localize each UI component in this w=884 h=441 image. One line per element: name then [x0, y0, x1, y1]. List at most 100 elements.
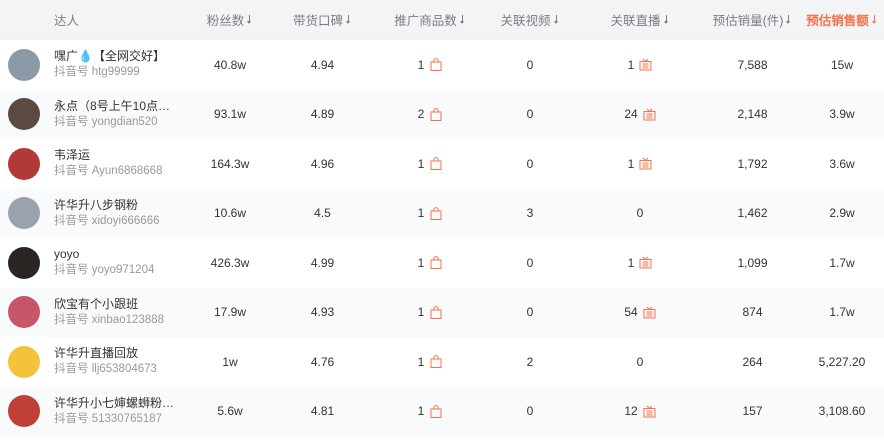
user-cell[interactable]: 永点（8号上午10点儿… 抖音号 yongdian520: [0, 90, 190, 140]
lives-count: 1: [627, 57, 635, 72]
user-nickname[interactable]: 许华升八步钢粉: [54, 198, 159, 213]
estimated-sales: 264: [742, 354, 763, 369]
header-fans-sort[interactable]: 粉丝数: [190, 0, 270, 39]
lives-cell[interactable]: 12: [575, 387, 705, 437]
products-count: 1: [417, 156, 425, 171]
products-cell[interactable]: 1: [375, 238, 485, 288]
avatar[interactable]: [8, 98, 40, 131]
shopping-bag-icon[interactable]: [430, 107, 442, 121]
douyin-id-value: llj653804673: [91, 363, 157, 376]
table-row[interactable]: yoyo 抖音号 yoyo971204 426.3w 4.99 1 0 1 1,…: [0, 238, 884, 288]
user-cell[interactable]: 欣宝有个小跟班 抖音号 xinbao123888: [0, 288, 190, 338]
avatar[interactable]: [8, 246, 40, 279]
avatar[interactable]: [8, 296, 40, 329]
live-stream-icon[interactable]: [643, 306, 656, 319]
avatar[interactable]: [8, 48, 40, 81]
sort-down-icon: [346, 15, 352, 24]
user-cell[interactable]: 许华升小七婶螺蛳粉小麦 抖音号 51330765187: [0, 387, 190, 437]
fans-count: 1w: [222, 354, 238, 369]
douyin-id-value: xinbao123888: [91, 313, 164, 326]
table-row[interactable]: 许华升小七婶螺蛳粉小麦 抖音号 51330765187 5.6w 4.81 1 …: [0, 386, 884, 437]
products-cell[interactable]: 1: [375, 189, 485, 239]
table-body: 嘿广💧【全网交好】 抖音号 htg99999 40.8w 4.94 1 0 1 …: [0, 40, 884, 436]
header-videos-label: 关联视频: [500, 14, 551, 28]
shopping-bag-icon[interactable]: [430, 404, 442, 418]
avatar[interactable]: [8, 395, 40, 428]
avatar[interactable]: [8, 345, 40, 378]
user-nickname[interactable]: 欣宝有个小跟班: [54, 297, 164, 312]
shopping-bag-icon[interactable]: [430, 256, 442, 270]
user-cell[interactable]: yoyo 抖音号 yoyo971204: [0, 238, 190, 288]
douyin-id-prefix: 抖音号: [54, 214, 89, 227]
user-nickname[interactable]: 许华升小七婶螺蛳粉小麦: [54, 396, 179, 411]
lives-cell[interactable]: 1: [575, 40, 705, 90]
header-lives-sort[interactable]: 关联直播: [575, 0, 705, 39]
estimated-amount: 3,108.60: [818, 404, 866, 419]
products-cell[interactable]: 1: [375, 139, 485, 189]
user-nickname[interactable]: 韦泽运: [54, 148, 162, 163]
avatar[interactable]: [8, 147, 40, 180]
table-row[interactable]: 许华升直播回放 抖音号 llj653804673 1w 4.76 1 2 0 2…: [0, 337, 884, 387]
avatar[interactable]: [8, 197, 40, 230]
douyin-id-value: xidoyi666666: [91, 214, 160, 227]
videos-count: 0: [526, 305, 534, 320]
live-stream-icon[interactable]: [639, 256, 652, 269]
lives-cell[interactable]: 0: [575, 189, 705, 239]
user-cell[interactable]: 许华升八步钢粉 抖音号 xidoyi666666: [0, 189, 190, 239]
table-row[interactable]: 韦泽运 抖音号 Ayun6868668 164.3w 4.96 1 0 1 1,…: [0, 139, 884, 189]
shopping-bag-icon[interactable]: [430, 305, 442, 319]
lives-cell[interactable]: 0: [575, 337, 705, 387]
header-user-label: 达人: [54, 14, 80, 28]
live-stream-icon[interactable]: [643, 405, 656, 418]
shopping-bag-icon[interactable]: [430, 157, 442, 171]
shopping-bag-icon[interactable]: [430, 58, 442, 72]
live-stream-icon[interactable]: [639, 58, 652, 71]
user-cell[interactable]: 嘿广💧【全网交好】 抖音号 htg99999: [0, 40, 190, 90]
products-cell[interactable]: 1: [375, 40, 485, 90]
lives-cell[interactable]: 54: [575, 288, 705, 338]
estimated-sales: 1,099: [737, 255, 768, 270]
products-cell[interactable]: 1: [375, 387, 485, 437]
videos-count: 0: [526, 57, 534, 72]
table-row[interactable]: 嘿广💧【全网交好】 抖音号 htg99999 40.8w 4.94 1 0 1 …: [0, 40, 884, 90]
estimated-amount: 15w: [830, 57, 853, 72]
lives-cell[interactable]: 24: [575, 90, 705, 140]
estimated-amount: 1.7w: [829, 305, 855, 320]
user-cell[interactable]: 韦泽运 抖音号 Ayun6868668: [0, 139, 190, 189]
shopping-bag-icon[interactable]: [430, 206, 442, 220]
products-count: 1: [417, 354, 425, 369]
table-row[interactable]: 许华升八步钢粉 抖音号 xidoyi666666 10.6w 4.5 1 3 0…: [0, 188, 884, 239]
shopping-bag-icon[interactable]: [430, 355, 442, 369]
estimated-sales: 1,792: [737, 156, 768, 171]
user-nickname[interactable]: 嘿广💧【全网交好】: [54, 49, 165, 64]
products-cell[interactable]: 1: [375, 337, 485, 387]
table-row[interactable]: 永点（8号上午10点儿… 抖音号 yongdian520 93.1w 4.89 …: [0, 89, 884, 140]
user-nickname[interactable]: yoyo: [54, 247, 154, 262]
sort-down-icon: [786, 15, 792, 24]
lives-cell[interactable]: 1: [575, 139, 705, 189]
fans-count: 93.1w: [213, 107, 247, 122]
sort-down-icon: [459, 15, 466, 24]
header-fans-label: 粉丝数: [206, 14, 245, 28]
header-sales-sort[interactable]: 预估销量(件): [705, 0, 800, 39]
header-reputation-sort[interactable]: 带货口碑: [270, 0, 375, 39]
header-lives-label: 关联直播: [610, 14, 661, 28]
fans-count: 17.9w: [213, 305, 247, 320]
user-cell[interactable]: 许华升直播回放 抖音号 llj653804673: [0, 337, 190, 387]
douyin-id-value: Ayun6868668: [91, 165, 163, 178]
header-products-sort[interactable]: 推广商品数: [375, 0, 485, 39]
products-cell[interactable]: 2: [375, 90, 485, 140]
live-stream-icon[interactable]: [639, 157, 652, 170]
products-cell[interactable]: 1: [375, 288, 485, 338]
lives-cell[interactable]: 1: [575, 238, 705, 288]
sort-down-icon: [871, 15, 878, 24]
user-nickname[interactable]: 永点（8号上午10点儿…: [54, 99, 179, 114]
user-douyin-id: 抖音号 51330765187: [54, 412, 179, 427]
fans-count: 164.3w: [210, 156, 250, 171]
header-videos-sort[interactable]: 关联视频: [485, 0, 575, 39]
videos-count: 0: [526, 156, 534, 171]
live-stream-icon[interactable]: [643, 108, 656, 121]
table-row[interactable]: 欣宝有个小跟班 抖音号 xinbao123888 17.9w 4.93 1 0 …: [0, 287, 884, 338]
header-amount-sort[interactable]: 预估销售额: [800, 0, 884, 39]
user-nickname[interactable]: 许华升直播回放: [54, 346, 157, 361]
